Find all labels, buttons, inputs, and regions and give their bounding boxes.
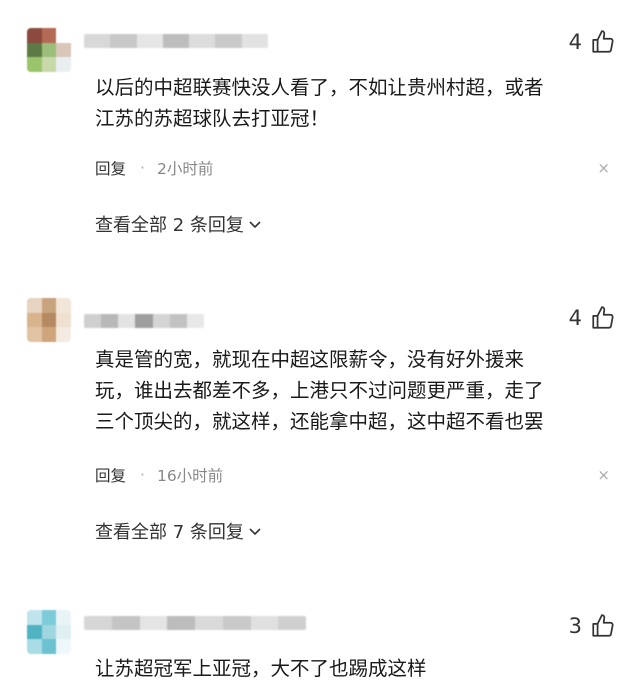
view-replies-button[interactable]: 查看全部 2 条回复 <box>95 211 262 237</box>
username-pixel <box>110 34 137 48</box>
avatar-pixel <box>56 312 71 328</box>
like-button[interactable]: 4 <box>569 305 616 331</box>
avatar-pixel <box>56 610 71 625</box>
avatar[interactable] <box>27 298 71 342</box>
avatar-pixel <box>27 57 42 72</box>
avatar-pixel <box>56 624 71 640</box>
view-replies-label: 查看全部 7 条回复 <box>95 522 244 543</box>
username-pixel <box>118 314 136 328</box>
reply-button[interactable]: 回复 <box>95 464 126 486</box>
view-replies-button[interactable]: 查看全部 7 条回复 <box>95 518 262 544</box>
comment-text: 让苏超冠军上亚冠，大不了也踢成这样 <box>95 657 427 680</box>
avatar-pixel <box>41 327 57 342</box>
like-button[interactable]: 4 <box>569 29 616 55</box>
username-pixel <box>189 34 216 48</box>
thumbs-up-icon <box>592 614 614 637</box>
like-count: 3 <box>568 614 582 638</box>
avatar-pixel <box>27 624 42 640</box>
avatar-pixel <box>41 312 57 328</box>
view-replies-label: 查看全部 2 条回复 <box>95 215 244 236</box>
avatar-pixel <box>27 312 42 328</box>
thumbs-up-icon <box>592 306 614 329</box>
username-pixel <box>222 616 251 630</box>
avatar-pixel <box>41 610 57 625</box>
comment-text: 真是管的宽，就现在中超这限薪令，没有好外援来 玩，谁出去都差不多，上港只不过问题… <box>95 348 544 433</box>
username-pixel <box>101 314 119 328</box>
username-pixel <box>241 34 268 48</box>
avatar-pixel <box>27 298 42 313</box>
username-pixel <box>139 616 168 630</box>
username-pixel <box>167 616 195 630</box>
comment-meta: 回复 · 2小时前 <box>95 157 213 179</box>
avatar[interactable] <box>27 610 71 654</box>
avatar-pixel <box>56 639 71 654</box>
avatar-pixel <box>56 42 71 58</box>
username-blurred[interactable] <box>84 34 268 48</box>
username-blurred[interactable] <box>84 616 306 630</box>
avatar-pixel <box>56 327 71 342</box>
like-count: 4 <box>568 30 582 54</box>
separator-dot: · <box>140 466 145 484</box>
avatar-pixel <box>41 42 57 58</box>
username-pixel <box>169 314 187 328</box>
avatar-pixel <box>27 639 42 654</box>
avatar[interactable] <box>27 28 71 72</box>
avatar-pixel <box>41 624 57 640</box>
username-pixel <box>84 616 112 630</box>
like-count: 4 <box>568 306 582 330</box>
username-pixel <box>84 314 102 328</box>
comment-time: 2小时前 <box>156 160 214 178</box>
username-pixel <box>215 34 242 48</box>
avatar-pixel <box>41 298 57 313</box>
avatar-pixel <box>41 28 57 43</box>
avatar-pixel <box>56 28 71 43</box>
reply-button[interactable]: 回复 <box>95 157 126 179</box>
comment-meta: 回复 · 16小时前 <box>95 464 223 486</box>
avatar-pixel <box>27 42 42 58</box>
avatar-pixel <box>27 610 42 625</box>
avatar-pixel <box>56 57 71 72</box>
avatar-pixel <box>41 57 57 72</box>
username-blurred[interactable] <box>84 314 204 328</box>
username-pixel <box>186 314 204 328</box>
like-button[interactable]: 3 <box>569 613 616 639</box>
username-pixel <box>111 616 140 630</box>
username-pixel <box>84 34 111 48</box>
chevron-down-icon <box>249 528 261 536</box>
close-icon[interactable]: × <box>597 159 610 177</box>
close-icon[interactable]: × <box>597 466 610 484</box>
username-pixel <box>195 616 223 630</box>
username-pixel <box>278 616 306 630</box>
username-pixel <box>152 314 170 328</box>
username-pixel <box>162 34 190 48</box>
avatar-pixel <box>27 327 42 342</box>
avatar-pixel <box>41 639 57 654</box>
comment-time: 16小时前 <box>156 467 224 485</box>
chevron-down-icon <box>249 221 261 229</box>
avatar-pixel <box>27 28 42 43</box>
thumbs-up-icon <box>592 30 614 53</box>
avatar-pixel <box>56 298 71 313</box>
username-pixel <box>136 34 163 48</box>
username-pixel <box>250 616 279 630</box>
separator-dot: · <box>140 159 145 177</box>
comment-text: 以后的中超联赛快没人看了，不如让贵州村超，或者 江苏的苏超球队去打亚冠！ <box>95 76 544 130</box>
username-pixel <box>135 314 153 328</box>
